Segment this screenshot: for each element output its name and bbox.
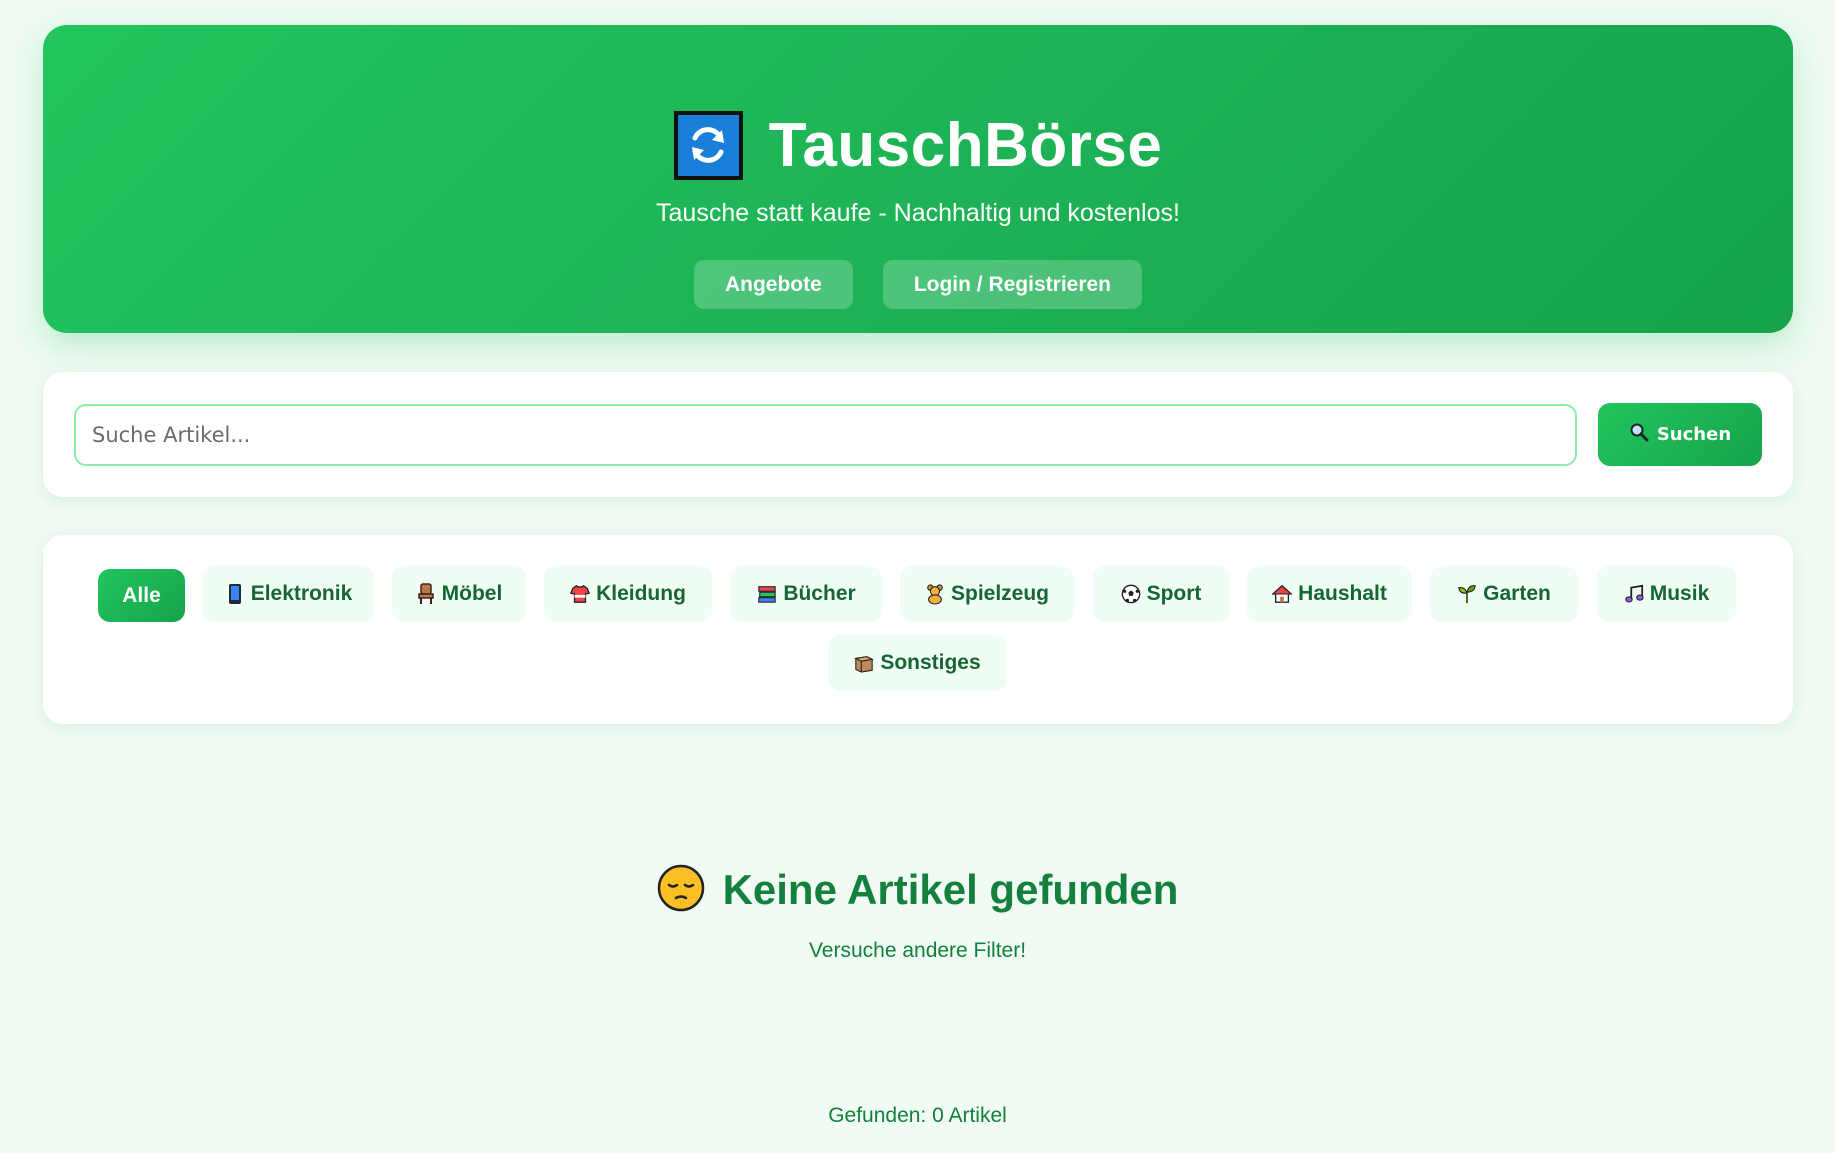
category-filter-card: Alle Elektronik Möbel Kleidung Bücher Sp… — [43, 535, 1793, 724]
category-chip-garten[interactable]: Garten — [1430, 566, 1578, 622]
empty-state-title-row: Keine Artikel gefunden — [0, 864, 1835, 917]
search-button-label: Suchen — [1656, 424, 1732, 445]
search-input[interactable] — [74, 404, 1577, 466]
category-label: Möbel — [441, 582, 503, 605]
category-label: Haushalt — [1298, 582, 1387, 605]
shirt-icon — [570, 583, 591, 605]
pensive-face-icon — [657, 864, 705, 917]
page: TauschBörse Tausche statt kaufe - Nachha… — [0, 0, 1835, 1153]
category-chip-moebel[interactable]: Möbel — [392, 566, 526, 622]
header-nav: Angebote Login / Registrieren — [43, 260, 1793, 309]
category-chip-kleidung[interactable]: Kleidung — [544, 566, 712, 622]
category-chip-elektronik[interactable]: Elektronik — [203, 566, 374, 622]
category-label: Garten — [1483, 582, 1551, 605]
house-icon — [1272, 583, 1293, 605]
books-icon — [757, 583, 777, 605]
category-label: Sport — [1146, 582, 1202, 605]
category-label: Sonstiges — [880, 651, 981, 674]
result-count: Gefunden: 0 Artikel — [828, 1104, 1007, 1127]
app-subtitle: Tausche statt kaufe - Nachhaltig und kos… — [656, 199, 1180, 227]
category-label: Elektronik — [250, 582, 353, 605]
music-note-icon — [1624, 583, 1644, 605]
category-label: Musik — [1649, 582, 1710, 605]
login-register-button[interactable]: Login / Registrieren — [882, 260, 1143, 309]
hero-header: TauschBörse Tausche statt kaufe - Nachha… — [43, 25, 1793, 333]
seedling-icon — [1457, 583, 1477, 605]
category-chip-spielzeug[interactable]: Spielzeug — [900, 566, 1074, 622]
empty-state-title: Keine Artikel gefunden — [722, 866, 1179, 913]
category-label: Spielzeug — [950, 582, 1050, 605]
empty-state-subtitle: Versuche andere Filter! — [808, 939, 1027, 962]
swap-arrows-icon — [673, 110, 743, 180]
category-chip-musik[interactable]: Musik — [1597, 566, 1736, 622]
offers-button[interactable]: Angebote — [693, 260, 853, 309]
search-card: Suchen — [43, 372, 1793, 497]
magnifier-icon — [1629, 422, 1649, 447]
category-chip-alle[interactable]: Alle — [98, 569, 185, 622]
app-title-row: TauschBörse — [43, 105, 1793, 185]
category-chip-sonstiges[interactable]: Sonstiges — [828, 635, 1007, 691]
phone-icon — [225, 583, 245, 605]
search-button[interactable]: Suchen — [1598, 403, 1762, 466]
soccer-ball-icon — [1121, 583, 1141, 605]
app-title: TauschBörse — [768, 110, 1163, 180]
category-label: Alle — [122, 583, 161, 607]
teddy-bear-icon — [925, 583, 945, 605]
category-label: Kleidung — [596, 582, 686, 605]
category-chip-haushalt[interactable]: Haushalt — [1247, 566, 1412, 622]
category-chip-buecher[interactable]: Bücher — [731, 566, 882, 622]
empty-state: Keine Artikel gefunden Versuche andere F… — [0, 864, 1835, 963]
category-label: Bücher — [783, 582, 856, 605]
package-icon — [854, 652, 875, 674]
category-chip-sport[interactable]: Sport — [1093, 566, 1229, 622]
chair-icon — [416, 583, 436, 605]
